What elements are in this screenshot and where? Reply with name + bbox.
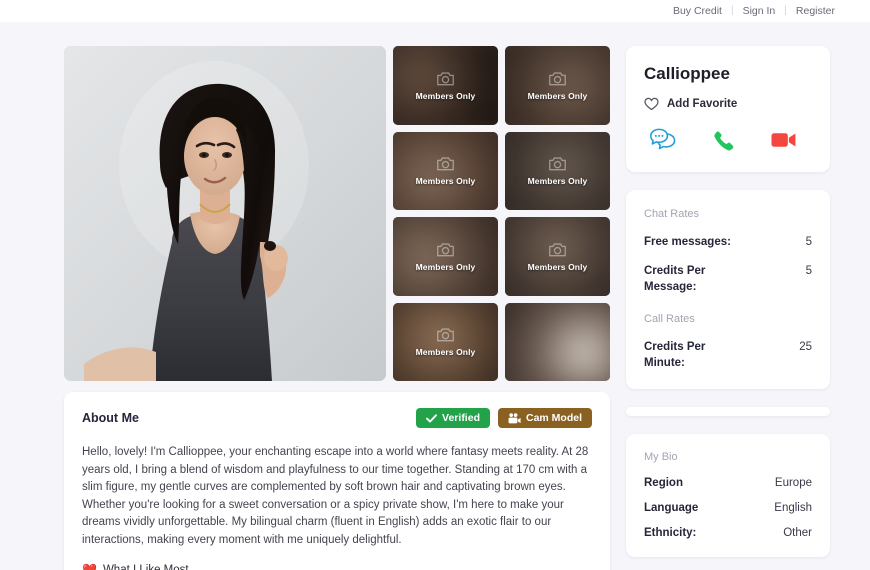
gallery-thumbnail[interactable]: Members Only — [393, 217, 498, 296]
gallery-thumbnail[interactable]: Members Only — [505, 46, 610, 125]
right-sidebar: Callioppee Add Favorite Chat Rates Free … — [626, 46, 830, 557]
gallery-thumbnail[interactable]: Members Only — [393, 46, 498, 125]
cam-model-badge: Cam Model — [497, 408, 592, 428]
phone-call-button[interactable] — [712, 129, 735, 152]
profile-badges: Verified Cam Model — [416, 408, 592, 428]
gallery-thumbnail[interactable]: Members Only — [505, 217, 610, 296]
about-me-title: About Me — [82, 411, 139, 425]
members-only-overlay: Members Only — [505, 46, 610, 125]
heart-icon: ❤️ — [82, 563, 97, 570]
main-profile-photo[interactable] — [64, 46, 386, 381]
rate-row: Credits Per Message: 5 — [644, 263, 812, 295]
my-bio-heading: My Bio — [644, 451, 678, 463]
verified-badge: Verified — [416, 408, 490, 428]
members-only-overlay: Members Only — [393, 217, 498, 296]
video-camera-icon — [508, 412, 521, 423]
credits-per-message-value: 5 — [805, 265, 812, 277]
cam-model-badge-label: Cam Model — [525, 412, 582, 424]
ethnicity-value: Other — [783, 527, 812, 539]
profile-name: Callioppee — [644, 64, 730, 83]
members-only-overlay: Members Only — [393, 131, 498, 210]
profile-summary-card: Callioppee Add Favorite — [626, 46, 830, 172]
bio-row: Region Europe — [644, 477, 812, 489]
region-value: Europe — [774, 477, 812, 489]
call-rates-heading: Call Rates — [644, 313, 695, 325]
page-body: Members Only Members Only Members Only M… — [0, 22, 870, 570]
camera-icon — [549, 157, 566, 171]
rate-row: Free messages: 5 — [644, 234, 812, 250]
contact-actions — [644, 128, 812, 152]
what-i-like-most-heading: ❤️ What I Like Most — [82, 563, 592, 570]
rate-row: Credits Per Minute: 25 — [644, 339, 812, 371]
members-only-label: Members Only — [527, 90, 588, 101]
members-only-label: Members Only — [527, 261, 588, 272]
language-label: Language — [644, 502, 699, 514]
what-i-like-most-label: What I Like Most — [102, 564, 189, 570]
gallery-thumbnail[interactable]: Members Only — [393, 302, 498, 381]
heart-outline-icon — [644, 97, 659, 111]
buy-credit-link[interactable]: Buy Credit — [664, 0, 731, 22]
credits-per-message-label: Credits Per Message: — [644, 265, 706, 293]
video-call-button[interactable] — [771, 131, 796, 149]
top-navigation-bar: Buy Credit | Sign In | Register — [0, 0, 870, 22]
bio-row: Language English — [644, 502, 812, 514]
chat-button[interactable] — [650, 128, 676, 152]
ethnicity-label: Ethnicity: — [644, 527, 697, 539]
chat-rates-heading: Chat Rates — [644, 208, 700, 220]
gallery-thumbnail[interactable] — [505, 302, 610, 381]
members-only-overlay: Members Only — [393, 302, 498, 381]
add-favorite-label: Add Favorite — [667, 98, 738, 110]
rates-card: Chat Rates Free messages: 5 Credits Per … — [626, 190, 830, 389]
language-value: English — [774, 502, 812, 514]
media-gallery: Members Only Members Only Members Only M… — [64, 46, 610, 381]
gallery-thumbnail[interactable]: Members Only — [393, 131, 498, 210]
members-only-overlay: Members Only — [505, 131, 610, 210]
chat-icon — [650, 128, 676, 150]
members-only-label: Members Only — [415, 261, 476, 272]
sign-in-link[interactable]: Sign In — [734, 0, 785, 22]
region-label: Region — [644, 477, 683, 489]
gallery-thumbnail[interactable]: Members Only — [505, 131, 610, 210]
camera-icon — [437, 328, 454, 342]
add-favorite-button[interactable]: Add Favorite — [644, 97, 812, 111]
camera-icon — [437, 72, 454, 86]
members-only-label: Members Only — [415, 176, 476, 187]
bio-row: Ethnicity: Other — [644, 527, 812, 539]
video-call-icon — [771, 133, 796, 147]
about-me-header: About Me Verified Cam Model — [82, 408, 592, 428]
verified-badge-label: Verified — [442, 412, 480, 424]
register-link[interactable]: Register — [787, 0, 844, 22]
camera-icon — [437, 243, 454, 257]
camera-icon — [549, 72, 566, 86]
members-only-overlay: Members Only — [393, 46, 498, 125]
about-me-bio-text: Hello, lovely! I'm Callioppee, your ench… — [82, 446, 589, 546]
empty-card-divider — [626, 407, 830, 416]
about-me-card: About Me Verified Cam Model Hello, lovel… — [64, 392, 610, 570]
credits-per-minute-value: 25 — [799, 341, 812, 353]
check-icon — [426, 413, 437, 423]
members-only-label: Members Only — [527, 176, 588, 187]
members-only-label: Members Only — [415, 90, 476, 101]
camera-icon — [549, 243, 566, 257]
phone-icon — [714, 131, 734, 150]
free-messages-label: Free messages: — [644, 236, 731, 248]
credits-per-minute-label: Credits Per Minute: — [644, 341, 706, 369]
members-only-overlay: Members Only — [505, 217, 610, 296]
thumbnail-grid: Members Only Members Only Members Only M… — [393, 46, 610, 381]
free-messages-value: 5 — [805, 236, 812, 248]
camera-icon — [437, 157, 454, 171]
members-only-label: Members Only — [415, 347, 476, 358]
thumbnail-image — [505, 302, 610, 381]
my-bio-card: My Bio Region Europe Language English Et… — [626, 434, 830, 557]
